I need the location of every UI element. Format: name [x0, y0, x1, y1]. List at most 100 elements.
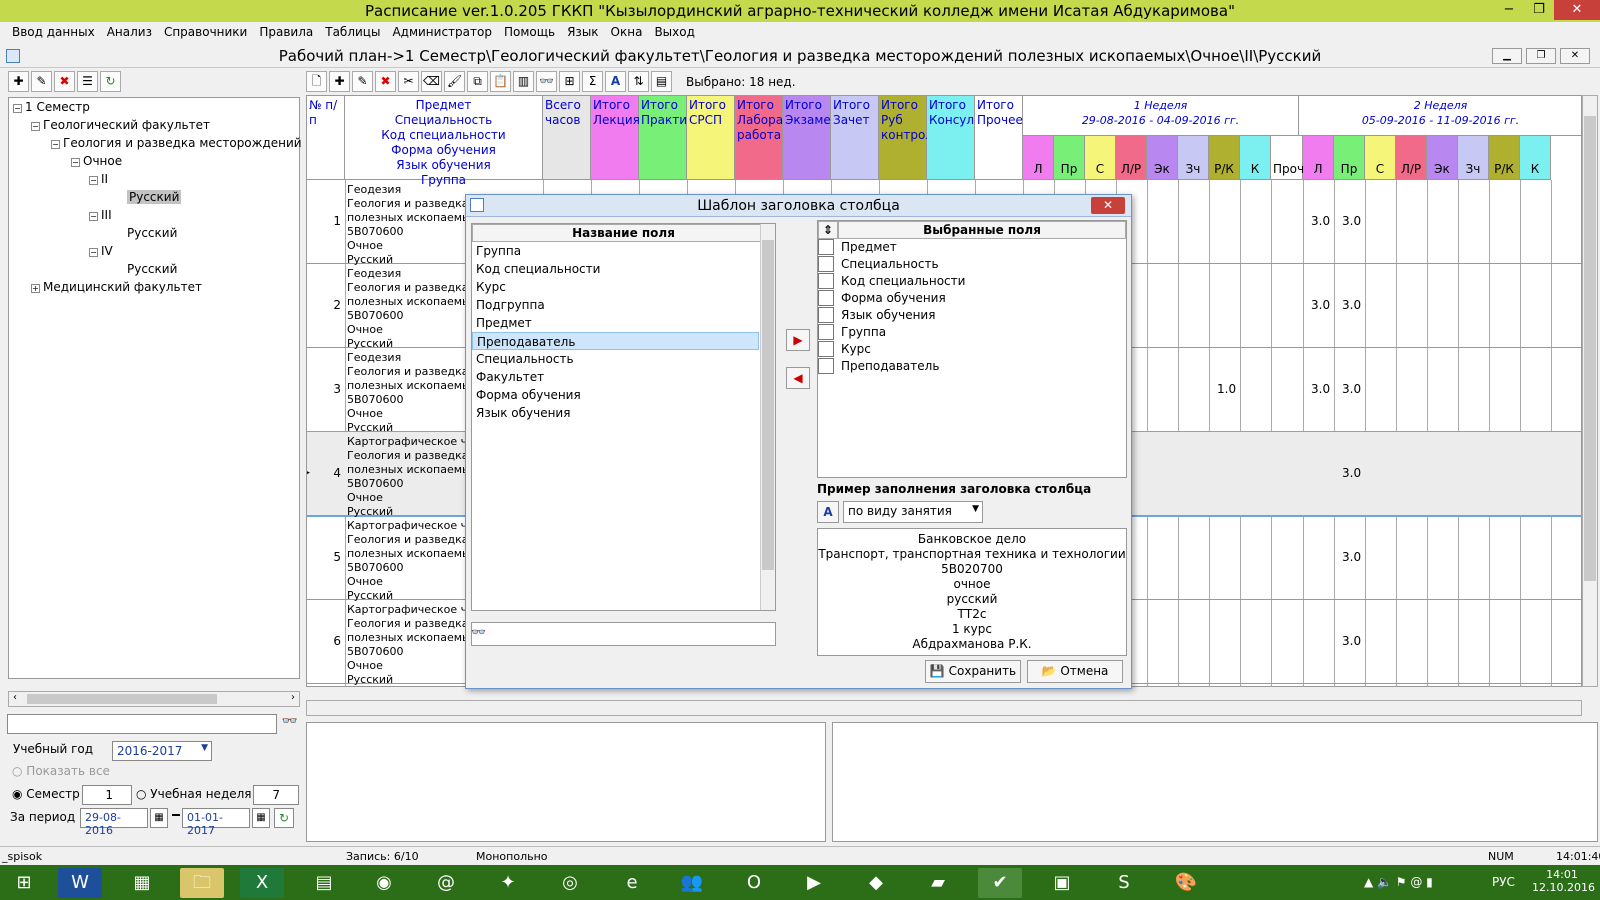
tree-node[interactable]: − Очное [71, 154, 122, 168]
tree-node[interactable]: − Геологический факультет [31, 118, 210, 132]
subcol-header[interactable]: Зч [1178, 136, 1209, 180]
subcol-header[interactable]: С [1365, 136, 1396, 180]
subcol-header[interactable]: К [1240, 136, 1271, 180]
edit-row-icon[interactable]: ✎ [352, 71, 373, 92]
show-all-radio[interactable]: ○ Показать все [12, 764, 110, 778]
video-call-icon[interactable]: ▣ [1040, 868, 1084, 898]
field-checkbox[interactable] [818, 341, 834, 357]
menu-item[interactable]: Язык [561, 22, 604, 42]
available-fields-vscrollbar[interactable] [760, 224, 775, 610]
subcol-header[interactable]: Л [1023, 136, 1054, 180]
find-icon[interactable]: 👓 [536, 71, 557, 92]
refresh-icon[interactable]: ↻ [100, 71, 121, 92]
selected-field-item[interactable]: Группа [818, 324, 1126, 341]
tree-node[interactable]: + Медицинский факультет [31, 280, 202, 294]
tree-node[interactable]: −1 Семестр [13, 100, 90, 114]
subcol-header[interactable]: Л/Р [1116, 136, 1147, 180]
filter-icon[interactable]: ⊞ [559, 71, 580, 92]
available-field-item[interactable]: Подгруппа [472, 296, 759, 314]
brush-icon[interactable]: 🖌 [444, 71, 465, 92]
grid-vscrollbar[interactable] [1582, 95, 1598, 687]
font-icon[interactable]: A [605, 71, 626, 92]
tree-toggle-icon[interactable]: + [31, 284, 40, 293]
subcol-header[interactable]: Эк [1147, 136, 1178, 180]
skype-icon[interactable]: S [1102, 868, 1146, 898]
week-radio[interactable]: ○ Учебная неделя [136, 787, 252, 801]
menu-item[interactable]: Справочники [158, 22, 253, 42]
sub-close-icon[interactable]: ✕ [1560, 48, 1590, 64]
maximize-icon[interactable]: ❐ [1524, 0, 1554, 20]
available-field-item[interactable]: Код специальности [472, 260, 759, 278]
sigma-icon[interactable]: Σ [582, 71, 603, 92]
tree-toggle-icon[interactable]: − [89, 212, 98, 221]
menu-item[interactable]: Таблицы [319, 22, 386, 42]
edit-icon[interactable]: ✎ [31, 71, 52, 92]
selected-field-item[interactable]: Преподаватель [818, 358, 1126, 375]
lab-header[interactable]: Итого Лаборат работа [735, 96, 790, 180]
menu-item[interactable]: Анализ [101, 22, 158, 42]
minimize-icon[interactable]: − [1494, 0, 1524, 20]
tree-node[interactable]: Русский [127, 262, 177, 276]
field-checkbox[interactable] [818, 358, 834, 374]
total-header[interactable]: Всего часов [543, 96, 591, 180]
field-checkbox[interactable] [818, 256, 834, 272]
available-field-item[interactable]: Форма обучения [472, 386, 759, 404]
menu-item[interactable]: Помощь [498, 22, 561, 42]
delete-row-icon[interactable]: ✖ [375, 71, 396, 92]
year-select[interactable]: 2016-2017 ▼ [112, 741, 212, 761]
font-select-icon[interactable]: A [817, 501, 839, 523]
calculator-icon[interactable]: ▤ [302, 868, 346, 898]
close-icon[interactable]: ✕ [1554, 0, 1600, 20]
explorer-icon[interactable]: 🗀 [180, 868, 224, 898]
list-icon[interactable]: ☰ [77, 71, 98, 92]
paint-icon[interactable]: 🎨 [1164, 868, 1208, 898]
menu-item[interactable]: Ввод данных [6, 22, 101, 42]
new-doc-icon[interactable]: 🗋 [306, 71, 327, 92]
export-icon[interactable]: ▤ [651, 71, 672, 92]
subcol-header[interactable]: Проч [1271, 136, 1304, 180]
selected-field-item[interactable]: Форма обучения [818, 290, 1126, 307]
users-icon[interactable]: 👥 [670, 868, 714, 898]
copy-icon[interactable]: ⧉ [467, 71, 488, 92]
calendar-from-icon[interactable]: ▦ [150, 808, 168, 828]
columns-icon[interactable]: ▥ [513, 71, 534, 92]
subcol-header[interactable]: Пр [1334, 136, 1365, 180]
available-field-item[interactable]: Предмет [472, 314, 759, 332]
chevron-down-icon[interactable]: ▼ [972, 504, 979, 514]
paste-icon[interactable]: 📋 [490, 71, 511, 92]
tree-node[interactable]: Русский [127, 226, 177, 240]
opera-icon[interactable]: O [732, 868, 776, 898]
menu-item[interactable]: Окна [605, 22, 649, 42]
tree-toggle-icon[interactable]: − [89, 248, 98, 257]
week-spinner[interactable]: 7 [253, 785, 299, 805]
subcol-header[interactable]: С [1085, 136, 1116, 180]
tree-toggle-icon[interactable]: − [89, 176, 98, 185]
dialog-close-icon[interactable]: ✕ [1091, 197, 1125, 214]
tree-node[interactable]: − IV [89, 244, 113, 258]
field-checkbox[interactable] [818, 290, 834, 306]
tray-clock[interactable]: 14:01 12.10.2016 [1532, 868, 1595, 894]
selected-field-item[interactable]: Код специальности [818, 273, 1126, 290]
clear-icon[interactable]: ⌫ [421, 71, 442, 92]
book-icon[interactable]: ▰ [916, 868, 960, 898]
available-field-item[interactable]: Язык обучения [472, 404, 759, 422]
app-colored-icon[interactable]: ✦ [486, 868, 530, 898]
credit-header[interactable]: Итого Зачет [831, 96, 879, 180]
selected-field-item[interactable]: Язык обучения [818, 307, 1126, 324]
semester-radio[interactable]: ◉ Семестр [12, 787, 80, 801]
subject-header[interactable]: Предмет Специальность Код специальности Фор… [345, 96, 543, 187]
binoculars-icon[interactable]: 👓 [280, 714, 300, 734]
subcol-header[interactable]: Р/К [1209, 136, 1240, 180]
calendar-to-icon[interactable]: ▦ [252, 808, 270, 828]
tree-node[interactable]: − II [89, 172, 108, 186]
other-header[interactable]: Итого Прочее [975, 96, 1023, 180]
available-field-item[interactable]: Специальность [472, 350, 759, 368]
tree-node[interactable]: − Геология и разведка месторождений по [51, 136, 321, 150]
word-icon[interactable]: W [58, 868, 102, 898]
menu-item[interactable]: Выход [648, 22, 700, 42]
grid-hscrollbar[interactable] [306, 700, 1582, 716]
tree-node[interactable]: − III [89, 208, 112, 222]
add-icon[interactable]: ✚ [8, 71, 29, 92]
tree-toggle-icon[interactable]: − [31, 122, 40, 131]
tree-toggle-icon[interactable]: − [51, 140, 60, 149]
